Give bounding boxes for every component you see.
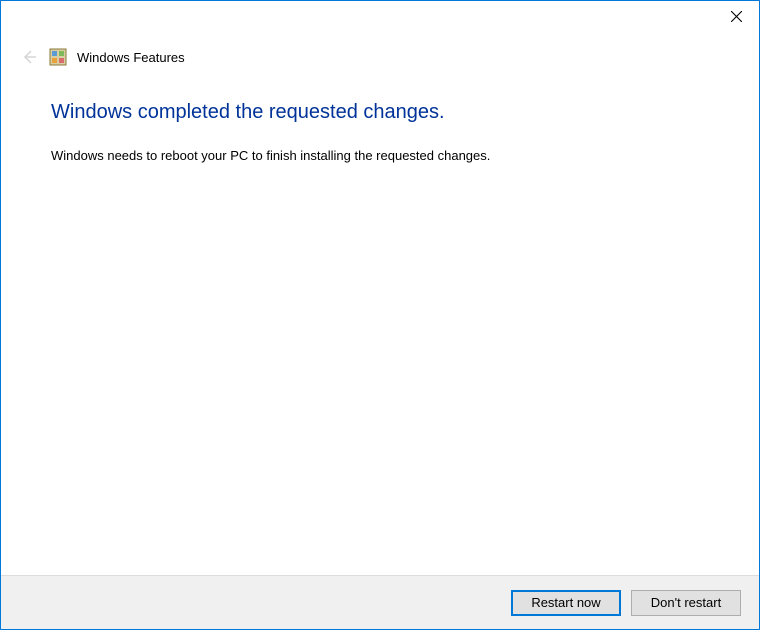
- back-button: [19, 47, 39, 67]
- windows-features-icon: [49, 48, 67, 66]
- titlebar: [1, 1, 759, 33]
- header: Windows Features: [1, 33, 759, 77]
- footer: Restart now Don't restart: [1, 575, 759, 629]
- close-icon: [731, 11, 742, 22]
- header-title: Windows Features: [77, 50, 185, 65]
- restart-now-button[interactable]: Restart now: [511, 590, 621, 616]
- close-button[interactable]: [714, 1, 759, 31]
- body-text: Windows needs to reboot your PC to finis…: [51, 148, 709, 163]
- dont-restart-button[interactable]: Don't restart: [631, 590, 741, 616]
- page-heading: Windows completed the requested changes.: [51, 101, 709, 124]
- content-area: Windows completed the requested changes.…: [1, 77, 759, 163]
- back-arrow-icon: [21, 49, 37, 65]
